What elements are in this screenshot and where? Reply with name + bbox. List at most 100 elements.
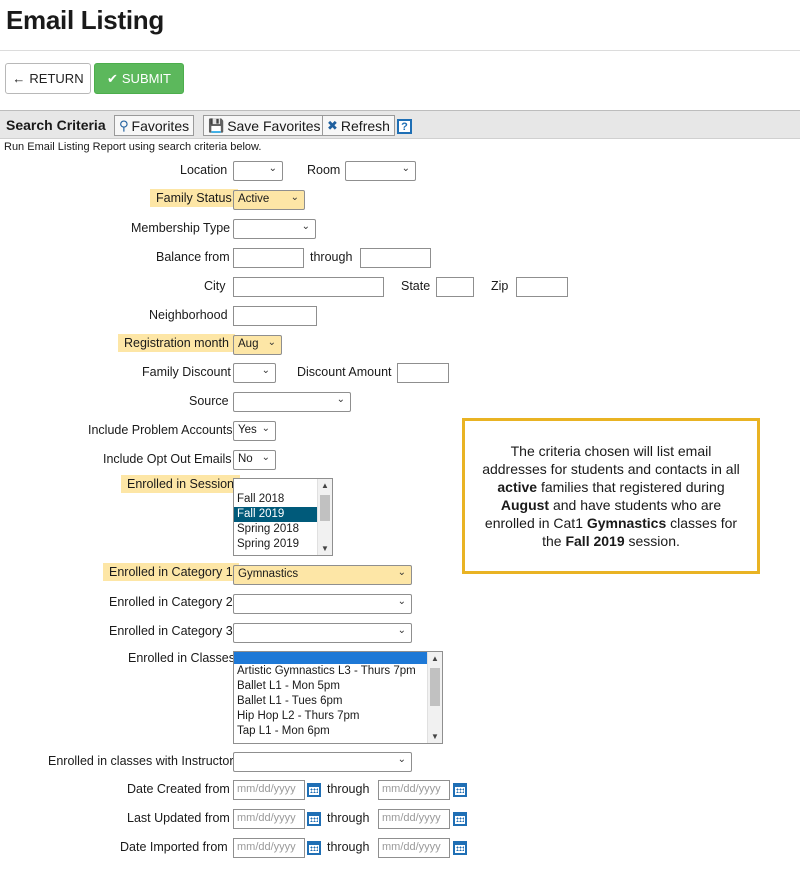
chevron-down-icon: ⌄ <box>261 365 270 376</box>
chevron-down-icon: ⌄ <box>290 192 299 203</box>
calendar-icon[interactable] <box>307 841 321 855</box>
zip-input[interactable] <box>516 277 568 297</box>
scroll-up-icon[interactable]: ▲ <box>428 652 442 665</box>
refresh-button[interactable]: ✖ Refresh <box>322 115 395 136</box>
calendar-icon[interactable] <box>307 783 321 797</box>
balance-from-label: Balance from <box>156 250 230 264</box>
enrolled-cat2-select[interactable]: ⌄ <box>233 594 412 614</box>
calendar-icon[interactable] <box>453 812 467 826</box>
neighborhood-input[interactable] <box>233 306 317 326</box>
save-favorites-label: Save Favorites <box>227 117 321 134</box>
state-label: State <box>401 279 431 293</box>
favorites-label: Favorites <box>131 117 190 134</box>
scroll-thumb[interactable] <box>430 668 440 706</box>
classes-scrollbar[interactable]: ▲ ▼ <box>427 652 442 743</box>
calendar-icon[interactable] <box>453 841 467 855</box>
criteria-callout: The criteria chosen will list email addr… <box>462 418 760 574</box>
search-criteria-bar: Search Criteria ⚲ Favorites 💾 Save Favor… <box>0 110 800 139</box>
scroll-down-icon[interactable]: ▼ <box>318 542 332 555</box>
return-button[interactable]: ← RETURN <box>5 63 91 94</box>
callout-text: session. <box>624 533 680 549</box>
chevron-down-icon: ⌄ <box>267 337 276 348</box>
membership-type-select[interactable]: ⌄ <box>233 219 316 239</box>
class-option-selected[interactable] <box>234 652 442 664</box>
scroll-thumb[interactable] <box>320 495 330 521</box>
last-updated-to-input[interactable]: mm/dd/yyyy <box>378 809 450 829</box>
enrolled-classes-label: Enrolled in Classes <box>128 651 235 665</box>
city-input[interactable] <box>233 277 384 297</box>
last-updated-from-input[interactable]: mm/dd/yyyy <box>233 809 305 829</box>
family-status-select[interactable]: Active ⌄ <box>233 190 305 210</box>
class-option[interactable]: Ballet L1 - Tues 6pm <box>234 694 442 709</box>
include-problem-accounts-select[interactable]: Yes ⌄ <box>233 421 276 441</box>
source-label: Source <box>189 394 229 408</box>
enrolled-cat2-label: Enrolled in Category 2 <box>109 595 233 609</box>
session-listbox[interactable]: Fall 2018 Fall 2019 Spring 2018 Spring 2… <box>233 478 333 556</box>
help-icon[interactable]: ? <box>397 119 412 134</box>
chevron-down-icon: ⌄ <box>401 163 410 174</box>
chevron-down-icon: ⌄ <box>301 221 310 232</box>
balance-through-label: through <box>310 250 353 264</box>
save-favorites-button[interactable]: 💾 Save Favorites <box>203 115 326 136</box>
date-imported-label: Date Imported from <box>120 840 228 854</box>
location-select[interactable]: ⌄ <box>233 161 283 181</box>
chevron-down-icon: ⌄ <box>397 596 406 607</box>
enrolled-instructor-select[interactable]: ⌄ <box>233 752 412 772</box>
enrolled-cat3-select[interactable]: ⌄ <box>233 623 412 643</box>
class-option[interactable]: Artistic Gymnastics L3 - Thurs 7pm <box>234 664 442 679</box>
scroll-up-icon[interactable]: ▲ <box>318 479 332 492</box>
include-opt-out-label: Include Opt Out Emails <box>103 452 232 466</box>
checkmark-icon: ✔ <box>106 70 118 86</box>
calendar-icon[interactable] <box>453 783 467 797</box>
source-select[interactable]: ⌄ <box>233 392 351 412</box>
date-imported-from-input[interactable]: mm/dd/yyyy <box>233 838 305 858</box>
scroll-down-icon[interactable]: ▼ <box>428 730 442 743</box>
registration-month-value: Aug <box>238 338 259 350</box>
search-icon: ⚲ <box>119 117 129 133</box>
include-opt-out-value: No <box>238 453 253 465</box>
class-option[interactable]: Hip Hop L2 - Thurs 7pm <box>234 709 442 724</box>
date-created-to-input[interactable]: mm/dd/yyyy <box>378 780 450 800</box>
classes-listbox[interactable]: Artistic Gymnastics L3 - Thurs 7pm Balle… <box>233 651 443 744</box>
family-discount-select[interactable]: ⌄ <box>233 363 276 383</box>
search-description: Run Email Listing Report using search cr… <box>4 141 262 153</box>
callout-bold: active <box>497 479 538 495</box>
enrolled-session-label: Enrolled in Session <box>121 475 241 493</box>
action-buttons: ← RETURN ✔ SUBMIT <box>5 63 184 94</box>
last-updated-through-label: through <box>327 811 370 825</box>
class-option[interactable]: Tap L1 - Mon 6pm <box>234 724 442 739</box>
chevron-down-icon: ⌄ <box>261 452 270 463</box>
enrolled-instructor-label: Enrolled in classes with Instructor <box>48 754 234 768</box>
room-select[interactable]: ⌄ <box>345 161 416 181</box>
family-status-value: Active <box>238 193 270 205</box>
discount-amount-input[interactable] <box>397 363 449 383</box>
balance-through-input[interactable] <box>360 248 431 268</box>
calendar-icon[interactable] <box>307 812 321 826</box>
class-option[interactable]: Ballet L1 - Mon 5pm <box>234 679 442 694</box>
return-label: RETURN <box>29 71 84 86</box>
date-created-from-input[interactable]: mm/dd/yyyy <box>233 780 305 800</box>
save-icon: 💾 <box>208 117 225 133</box>
location-label: Location <box>180 163 228 177</box>
submit-label: SUBMIT <box>121 71 172 86</box>
zip-label: Zip <box>491 279 509 293</box>
registration-month-select[interactable]: Aug ⌄ <box>233 335 282 355</box>
include-opt-out-select[interactable]: No ⌄ <box>233 450 276 470</box>
date-imported-through-label: through <box>327 840 370 854</box>
discount-amount-label: Discount Amount <box>297 365 392 379</box>
family-discount-label: Family Discount <box>142 365 231 379</box>
date-imported-to-input[interactable]: mm/dd/yyyy <box>378 838 450 858</box>
city-label: City <box>204 279 226 293</box>
enrolled-cat3-label: Enrolled in Category 3 <box>109 624 233 638</box>
favorites-button[interactable]: ⚲ Favorites <box>114 115 195 136</box>
session-scrollbar[interactable]: ▲ ▼ <box>317 479 332 555</box>
page-title: Email Listing <box>6 5 164 35</box>
chevron-down-icon: ⌄ <box>268 163 277 174</box>
callout-bold: Gymnastics <box>586 515 667 531</box>
chevron-down-icon: ⌄ <box>261 423 270 434</box>
enrolled-cat1-value: Gymnastics <box>238 568 299 580</box>
state-input[interactable] <box>436 277 474 297</box>
enrolled-cat1-select[interactable]: Gymnastics ⌄ <box>233 565 412 585</box>
balance-from-input[interactable] <box>233 248 304 268</box>
submit-button[interactable]: ✔ SUBMIT <box>94 63 184 94</box>
